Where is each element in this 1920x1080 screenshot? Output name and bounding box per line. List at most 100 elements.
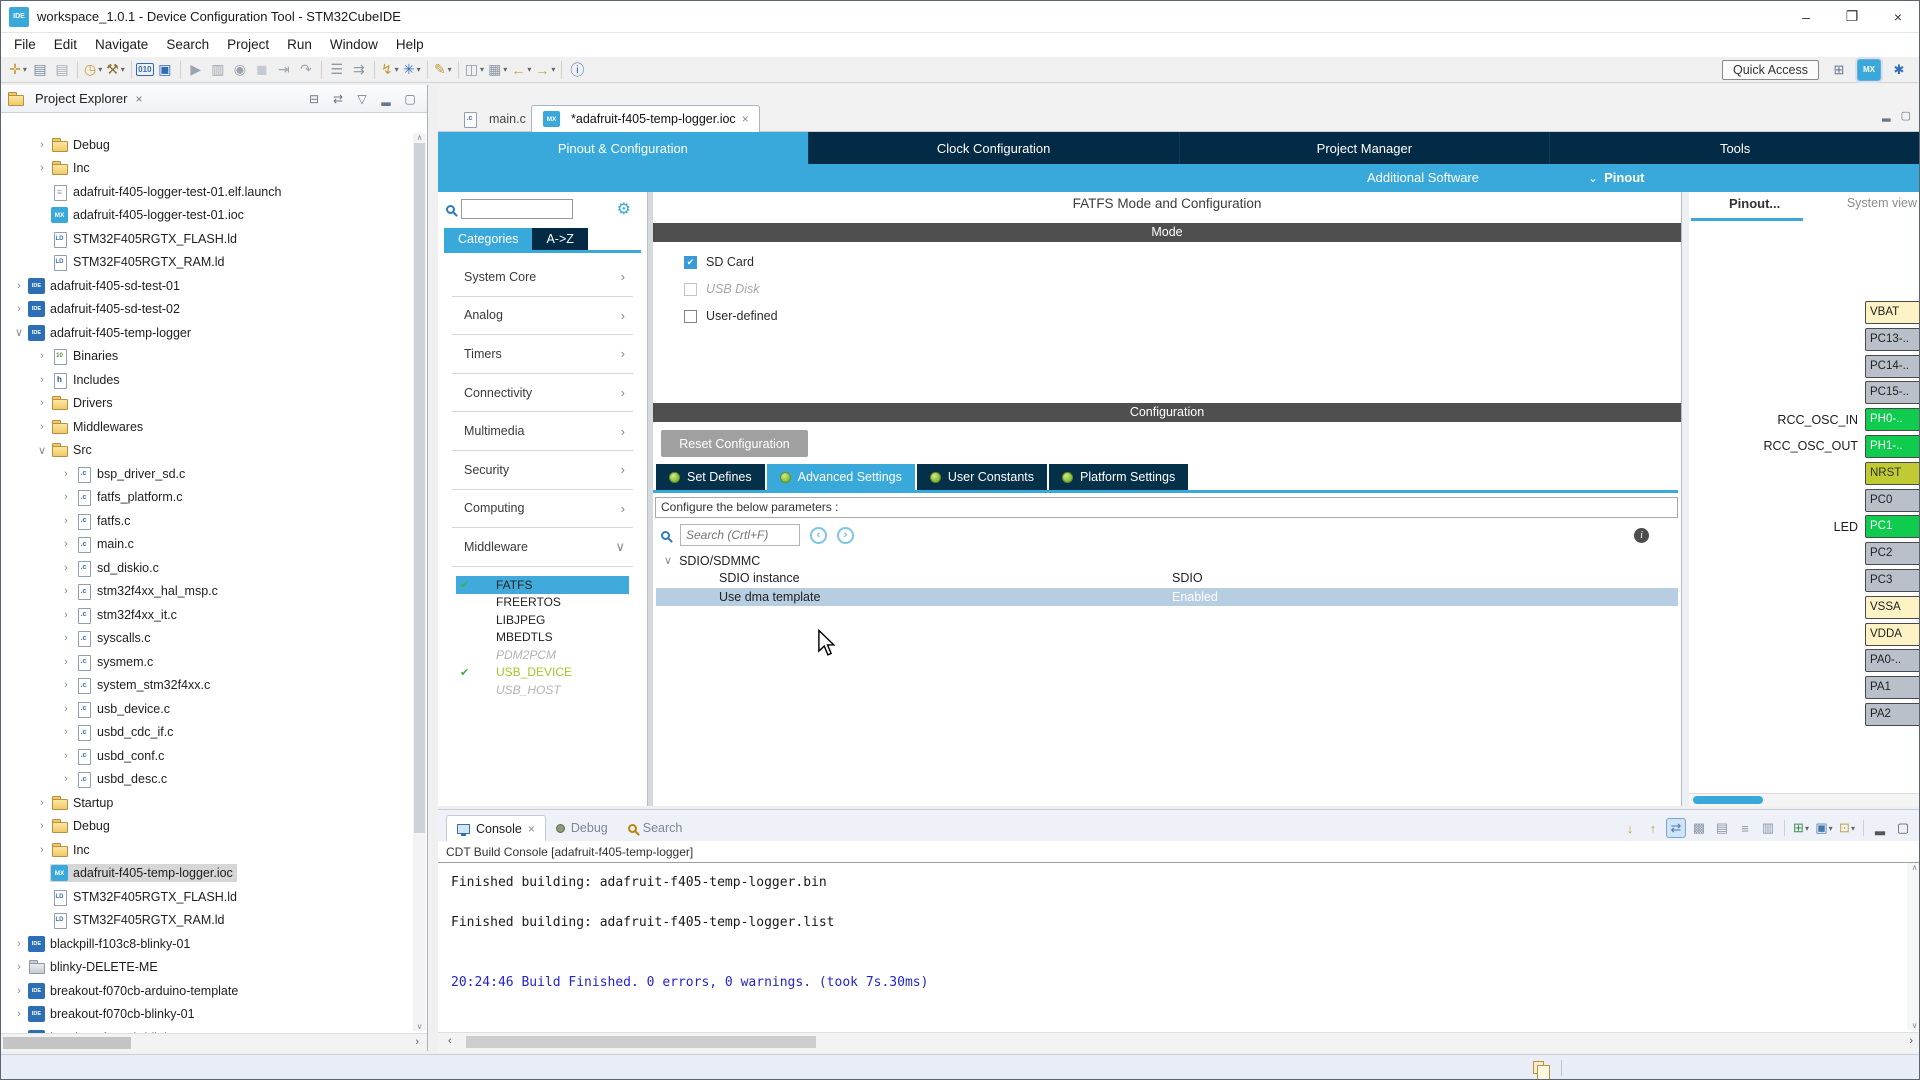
quick-access-button[interactable]: Quick Access xyxy=(1722,60,1819,80)
tree-expander-icon[interactable]: › xyxy=(34,350,50,362)
maximize-view-icon[interactable]: ▢ xyxy=(1901,109,1911,122)
tree-item[interactable]: › fatfs.c xyxy=(1,509,411,533)
clear-console-button[interactable]: ▩ xyxy=(1689,818,1709,838)
scroll-up-icon[interactable]: ↑ xyxy=(1643,818,1663,838)
tree-item[interactable]: adafruit-f405-logger-test-01.ioc xyxy=(1,204,411,228)
scroll-down-icon[interactable]: ↓ xyxy=(1620,818,1640,838)
separator[interactable] xyxy=(321,61,322,79)
tree-expander-icon[interactable]: › xyxy=(11,1008,27,1020)
tree-expander-icon[interactable]: › xyxy=(34,421,50,433)
stop-button[interactable]: ◼ xyxy=(251,59,273,81)
wrap-lines-button[interactable]: ≡ xyxy=(1735,818,1755,838)
config-sub-tab[interactable]: Advanced Settings xyxy=(767,464,915,490)
tree-expander-icon[interactable]: › xyxy=(58,491,74,503)
config-sub-tab[interactable]: Platform Settings xyxy=(1049,464,1188,490)
flash-button[interactable]: ↯ xyxy=(379,59,401,81)
scrollbar-thumb[interactable] xyxy=(3,1037,131,1049)
editor-tab-ioc[interactable]: *adafruit-f405-temp-logger.ioc × xyxy=(531,105,760,132)
separator[interactable] xyxy=(458,61,459,79)
restart-button[interactable]: ↷ xyxy=(295,59,317,81)
mode-option-user-defined[interactable]: User-defined xyxy=(684,307,778,325)
gear-icon[interactable]: ⚙ xyxy=(617,199,631,219)
category-item[interactable]: Computing › xyxy=(452,490,633,529)
menu-item[interactable]: Window xyxy=(321,33,387,57)
mode-option-usb-disk[interactable]: USB Disk xyxy=(684,280,759,298)
close-button[interactable]: × xyxy=(1875,1,1920,33)
pin[interactable]: PH0-.. xyxy=(1865,408,1920,431)
tree-expander-icon[interactable]: › xyxy=(11,961,27,973)
category-item[interactable]: Middleware ∨ xyxy=(452,528,633,567)
run-button[interactable]: ◉ xyxy=(229,59,251,81)
tree-item[interactable]: STM32F405RGTX_FLASH.ld xyxy=(1,885,411,909)
tree-expander-icon[interactable]: › xyxy=(58,679,74,691)
separator[interactable] xyxy=(374,61,375,79)
tree-item[interactable]: › Includes xyxy=(1,368,411,392)
menu-item[interactable]: Help xyxy=(387,33,433,57)
tree-item[interactable]: › Middlewares xyxy=(1,415,411,439)
console-vertical-scrollbar[interactable]: ∧ ∨ xyxy=(1907,863,1920,1030)
config-main-tab[interactable]: Project Manager xyxy=(1180,132,1551,164)
tree-expander-icon[interactable]: › xyxy=(58,562,74,574)
tree-expander-icon[interactable]: › xyxy=(34,844,50,856)
tree-item[interactable]: › main.c xyxy=(1,533,411,557)
tree-expander-icon[interactable]: › xyxy=(11,303,27,315)
next-match-button[interactable]: › xyxy=(837,527,854,544)
explorer-horizontal-scrollbar[interactable]: › xyxy=(1,1033,427,1051)
tree-item[interactable]: ∨ Src xyxy=(1,439,411,463)
debug-button[interactable]: ▶ xyxy=(185,59,207,81)
scroll-down-arrow[interactable]: ∨ xyxy=(413,1022,426,1031)
param-group-sdio-sdmmc[interactable]: ∨ SDIO/SDMMC xyxy=(656,552,1678,569)
previous-match-button[interactable]: ‹ xyxy=(810,527,827,544)
menu-item[interactable]: Project xyxy=(218,33,278,57)
tree-item[interactable]: › breakout-f070cb-blinky-01 xyxy=(1,1003,411,1027)
tree-item[interactable]: › syscalls.c xyxy=(1,627,411,651)
separator[interactable] xyxy=(77,61,78,79)
scroll-left-arrow[interactable]: ‹ xyxy=(448,1035,452,1047)
pinout-menu[interactable]: ⌄Pinout xyxy=(1588,164,1645,192)
console-horizontal-scrollbar[interactable]: ‹ › xyxy=(438,1032,1920,1052)
panel-splitter[interactable] xyxy=(1681,192,1689,806)
minimize-view-button[interactable]: ▂ xyxy=(1870,818,1890,838)
tree-item[interactable]: › fatfs_platform.c xyxy=(1,486,411,510)
maximize-button[interactable]: ❐ xyxy=(1829,1,1875,33)
tree-expander-icon[interactable]: › xyxy=(58,632,74,644)
binary-object-button[interactable]: 010 xyxy=(136,63,154,76)
mode-option-sd-card[interactable]: SD Card xyxy=(684,253,754,271)
pinout-horizontal-scrollbar[interactable] xyxy=(1689,793,1920,806)
tree-item[interactable]: › stm32f4xx_it.c xyxy=(1,603,411,627)
pin[interactable]: VBAT xyxy=(1865,301,1920,324)
tab-a-to-z[interactable]: A->Z xyxy=(532,228,587,250)
display-console-button[interactable]: ▣ xyxy=(1814,818,1834,838)
scrollbar-thumb[interactable] xyxy=(414,143,425,833)
tree-expander-icon[interactable]: › xyxy=(34,139,50,151)
tree-expander-icon[interactable]: ∨ xyxy=(664,554,672,567)
pin[interactable]: PC2 xyxy=(1865,542,1920,565)
scroll-up-arrow[interactable]: ∧ xyxy=(413,133,426,142)
coverage-button[interactable]: ▥ xyxy=(207,59,229,81)
minimize-button[interactable]: – xyxy=(1783,1,1829,33)
pin[interactable]: PC15-.. xyxy=(1865,381,1920,404)
menu-item[interactable]: Navigate xyxy=(86,33,157,57)
config-main-tab[interactable]: Pinout & Configuration xyxy=(438,132,809,164)
tree-item[interactable]: › blinky-DELETE-ME xyxy=(1,956,411,980)
tree-expander-icon[interactable]: › xyxy=(11,985,27,997)
pin[interactable]: PC1 xyxy=(1865,515,1920,538)
editor-tab-main-c[interactable]: main.c xyxy=(450,105,536,132)
open-perspective-icon[interactable]: ⊞ xyxy=(1827,59,1851,81)
separator[interactable] xyxy=(1863,820,1864,836)
menu-item[interactable]: Run xyxy=(278,33,321,57)
close-view-icon[interactable]: × xyxy=(135,92,142,106)
scroll-down-arrow[interactable]: ∨ xyxy=(1908,1021,1920,1030)
pin[interactable]: PH1-.. xyxy=(1865,435,1920,458)
tree-item[interactable]: › Drivers xyxy=(1,392,411,416)
tree-expander-icon[interactable]: › xyxy=(58,585,74,597)
close-tab-icon[interactable]: × xyxy=(528,822,535,836)
clock-button[interactable]: ◷ xyxy=(82,59,104,81)
tree-expander-icon[interactable]: › xyxy=(58,726,74,738)
link-button[interactable]: ◫ xyxy=(463,59,486,81)
config-sub-tab[interactable]: Set Defines xyxy=(656,464,765,490)
link-with-editor-icon[interactable]: ⇄ xyxy=(329,92,347,106)
save-button[interactable]: ▤ xyxy=(29,59,51,81)
new-console-button[interactable]: ⊞ xyxy=(1791,818,1811,838)
config-main-tab[interactable]: Clock Configuration xyxy=(809,132,1180,164)
